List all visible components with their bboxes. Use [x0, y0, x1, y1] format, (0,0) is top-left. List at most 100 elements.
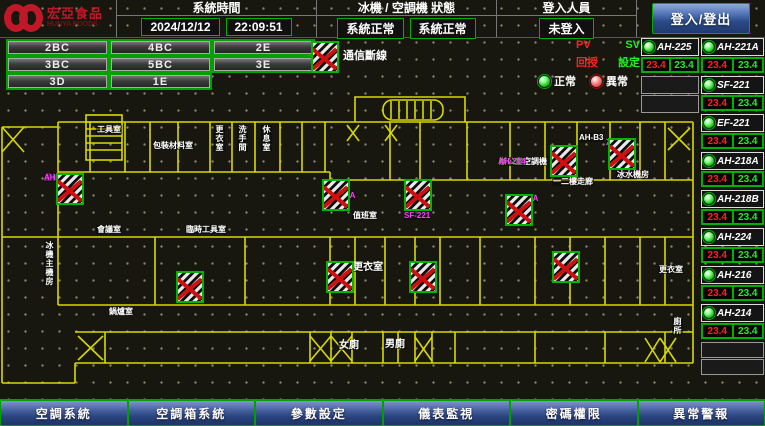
comm-loss-marker[interactable] — [176, 271, 204, 303]
nav-password-auth[interactable]: 密碼權限 — [510, 401, 638, 426]
device-values: 23.4 23.4 — [701, 171, 764, 187]
status-led-icon — [703, 193, 715, 205]
floor-button-5bc[interactable]: 5BC — [111, 58, 210, 71]
device-row-ah224[interactable]: AH-224 — [701, 228, 764, 246]
system-time-section: 系統時間 2024/12/12 22:09:51 — [116, 0, 316, 37]
floor-button-4bc[interactable]: 4BC — [111, 41, 210, 54]
device-row-ah221a[interactable]: AH-221A — [701, 38, 764, 56]
pv-name-label: 回授 — [576, 54, 598, 70]
device-name: AH-214 — [717, 308, 751, 319]
logo-rings-icon — [4, 3, 44, 35]
sv-label: SV — [625, 39, 640, 51]
room-label: 更衣室 — [214, 125, 225, 152]
status-led-icon — [703, 155, 715, 167]
device-room-label: 一二樓走廊 — [552, 177, 594, 186]
pv-value: 23.4 — [702, 58, 733, 72]
room-label: 女廁 — [338, 341, 360, 350]
device-name: AH-218A — [717, 156, 759, 167]
plan-device-ah225: AH-225 — [552, 251, 580, 283]
ahu-status: 系統正常 — [410, 18, 476, 39]
nav-abnormal-alarm[interactable]: 異常警報 — [638, 401, 765, 426]
comm-loss-marker[interactable] — [404, 179, 432, 211]
comm-loss-marker[interactable] — [326, 261, 354, 293]
floor-button-1e[interactable]: 1E — [111, 75, 210, 88]
sv-value: 23.4 — [733, 96, 764, 110]
pv-value: 23.4 — [642, 58, 670, 72]
room-label: 會議室 — [96, 225, 122, 234]
device-name: AH-225 — [657, 42, 691, 53]
comm-loss-marker[interactable] — [322, 179, 350, 211]
floor-select-grid: 2BC 4BC 2E 3BC 5BC 3E 3D 1E — [6, 39, 315, 90]
floor-button-2bc[interactable]: 2BC — [8, 41, 107, 54]
sv-value: 23.4 — [733, 134, 764, 148]
device-row-ah214[interactable]: AH-214 — [701, 304, 764, 322]
status-led-icon — [703, 231, 715, 243]
room-label: 洗手間 — [237, 125, 248, 152]
floor-button-3d[interactable]: 3D — [8, 75, 107, 88]
device-row-ah225[interactable]: AH-225 — [641, 38, 699, 56]
device-row-sf221[interactable]: SF-221 — [701, 76, 764, 94]
empty-slot — [641, 76, 699, 94]
device-name: AH-221A — [717, 42, 759, 53]
status-led-icon — [703, 307, 715, 319]
header-bar: 宏亞食品 HUNYA FOODS 系統時間 2024/12/12 22:09:5… — [0, 0, 765, 38]
floor-button-2e[interactable]: 2E — [214, 41, 313, 54]
pv-value: 23.4 — [702, 324, 733, 338]
login-user-section: 登入人員 未登入 — [496, 0, 636, 37]
device-row-ah216[interactable]: AH-216 — [701, 266, 764, 284]
state-legend: 正常 異常 — [538, 73, 628, 89]
nav-ahu-system[interactable]: 空調箱系統 — [128, 401, 256, 426]
plan-device-coolingtower: 冰水機 冰水塔 冰水機房 — [606, 138, 650, 179]
empty-slot — [701, 359, 764, 375]
device-values: 23.4 23.4 — [701, 247, 764, 263]
empty-slot — [701, 342, 764, 358]
machine-status-section: 冰機 / 空調機 狀態 系統正常 系統正常 — [316, 0, 496, 37]
plan-device-ah216: AH-216 — [176, 271, 204, 303]
device-name: AH-218B — [717, 194, 759, 205]
pv-value: 23.4 — [702, 248, 733, 262]
sv-value: 23.4 — [733, 248, 764, 262]
floor-button-3bc[interactable]: 3BC — [8, 58, 107, 71]
comm-loss-marker[interactable] — [608, 138, 636, 170]
empty-slot — [641, 95, 699, 113]
login-status: 未登入 — [539, 18, 593, 39]
nav-meter-monitor[interactable]: 儀表監視 — [383, 401, 511, 426]
abnormal-label: 異常 — [606, 73, 628, 89]
plan-device-ah218a: AH-218A 值班室 — [322, 179, 378, 220]
comm-loss-legend: 通信斷線 — [311, 41, 387, 73]
comm-loss-marker[interactable] — [56, 173, 84, 205]
nav-ac-system[interactable]: 空調系統 — [0, 401, 128, 426]
room-label: 廁所 — [672, 317, 683, 335]
comm-loss-marker[interactable] — [409, 261, 437, 293]
abnormal-led-icon — [590, 75, 603, 88]
pv-value: 23.4 — [702, 286, 733, 300]
device-row-ef221[interactable]: EF-221 — [701, 114, 764, 132]
floor-button-3e[interactable]: 3E — [214, 58, 313, 71]
comm-loss-marker[interactable] — [552, 251, 580, 283]
sv-value: 23.4 — [733, 286, 764, 300]
sv-name-label: 設定 — [618, 54, 640, 70]
machine-status-title: 冰機 / 空調機 狀態 — [317, 0, 496, 16]
sv-value: 23.4 — [733, 210, 764, 224]
room-label: 包裝材料室 — [152, 141, 194, 150]
device-row-ah218a[interactable]: AH-218A — [701, 152, 764, 170]
normal-led-icon — [538, 75, 551, 88]
status-led-icon — [703, 41, 715, 53]
device-name: EF-221 — [717, 118, 750, 129]
comm-loss-marker[interactable] — [505, 194, 533, 226]
sv-value: 23.4 — [733, 172, 764, 186]
device-values: 23.4 23.4 — [701, 95, 764, 111]
device-name: SF-221 — [717, 80, 750, 91]
hmi-screen: 宏亞食品 HUNYA FOODS 系統時間 2024/12/12 22:09:5… — [0, 0, 765, 426]
login-logout-button[interactable]: 登入/登出 — [652, 3, 751, 34]
comm-loss-marker[interactable] — [550, 145, 578, 177]
normal-label: 正常 — [554, 73, 576, 89]
room-label: 鍋爐室 — [108, 307, 134, 316]
login-user-title: 登入人員 — [497, 0, 636, 16]
nav-parameter-settings[interactable]: 參數設定 — [255, 401, 383, 426]
pv-value: 23.4 — [702, 210, 733, 224]
device-values: 23.4 23.4 — [641, 57, 699, 73]
device-row-ah218b[interactable]: AH-218B — [701, 190, 764, 208]
room-label: 臨時工具室 — [185, 225, 227, 234]
device-values: 23.4 23.4 — [701, 209, 764, 225]
